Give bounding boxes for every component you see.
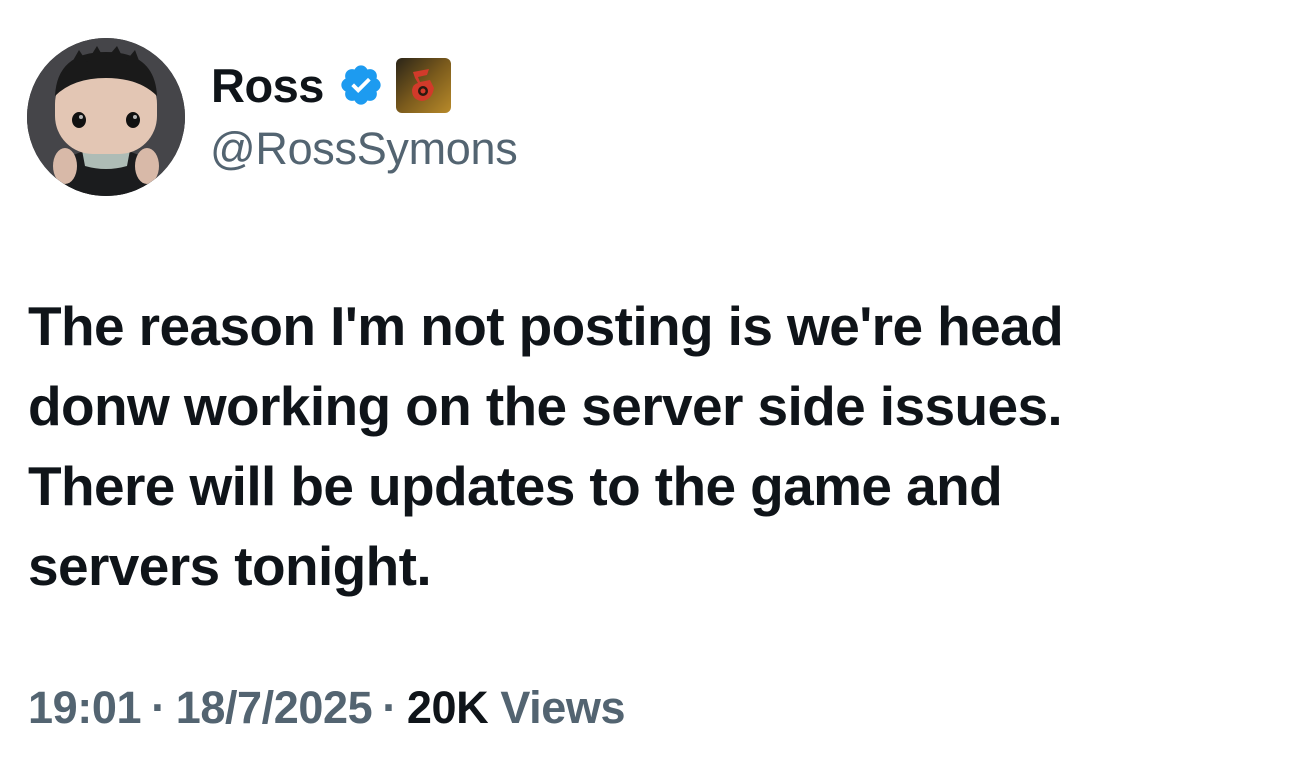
meta-separator: · — [151, 682, 166, 733]
author-handle[interactable]: @RossSymons — [210, 123, 518, 175]
tweet-text-line: There will be updates to the game and — [28, 455, 1003, 517]
avatar-figurine-icon — [27, 38, 185, 196]
tweet-text: The reason I'm not posting is we're head… — [28, 286, 1258, 606]
author-name-row: Ross — [211, 54, 451, 116]
avatar[interactable] — [27, 38, 185, 196]
tweet-card: Ross @RossSymons The reason I'm not post… — [0, 0, 1290, 767]
views-label[interactable]: Views — [500, 682, 625, 733]
tweet-text-line: donw working on the server side issues. — [28, 375, 1063, 437]
affiliate-badge-icon[interactable] — [395, 57, 451, 113]
tweet-text-line: servers tonight. — [28, 535, 432, 597]
tweet-text-line: The reason I'm not posting is we're head — [28, 295, 1064, 357]
tweet-date[interactable]: 18/7/2025 — [176, 682, 373, 733]
tweet-time[interactable]: 19:01 — [28, 682, 141, 733]
display-name[interactable]: Ross — [211, 58, 324, 113]
meta-separator: · — [382, 682, 397, 733]
tweet-meta: 19:01 · 18/7/2025 · 20K Views — [28, 682, 626, 734]
views-count[interactable]: 20K — [407, 682, 489, 733]
verified-checkmark-icon[interactable] — [338, 62, 384, 108]
